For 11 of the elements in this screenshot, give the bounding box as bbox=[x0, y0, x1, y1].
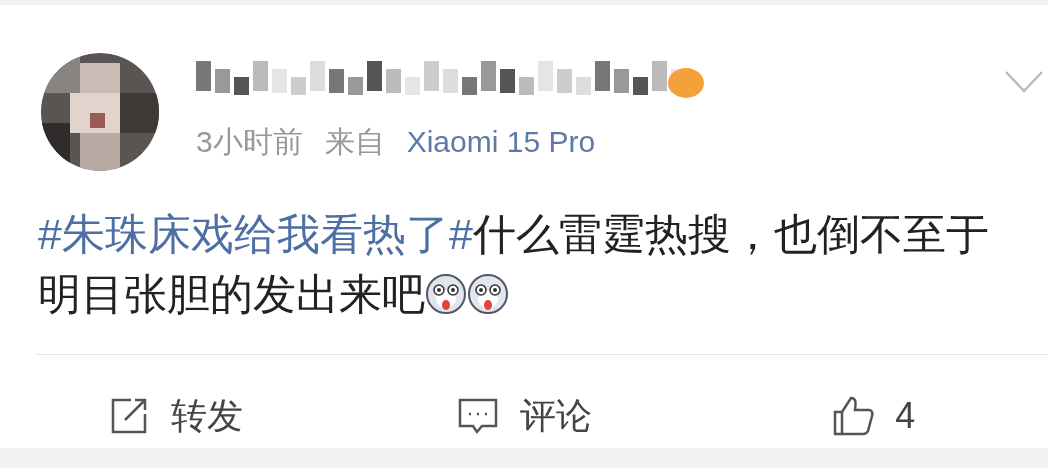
source-label: 来自 bbox=[324, 127, 385, 157]
like-button[interactable]: 4 bbox=[698, 389, 1048, 443]
dog-emoji-icon bbox=[467, 273, 509, 315]
dog-emoji-icon bbox=[425, 273, 467, 315]
thumbs-up-icon bbox=[831, 394, 876, 438]
comment-button[interactable]: 评论 bbox=[349, 389, 699, 443]
repost-button[interactable]: 转发 bbox=[0, 389, 350, 443]
post-text: #朱珠床戏给我看热了#什么雷霆热搜，也倒不至于明目张胆的发出来吧 bbox=[37, 209, 990, 320]
post-time: 3小时前 bbox=[196, 127, 303, 157]
device-source: Xiaomi 15 Pro bbox=[406, 127, 596, 157]
hashtag-link[interactable]: #朱珠床戏给我看热了# bbox=[38, 210, 473, 258]
